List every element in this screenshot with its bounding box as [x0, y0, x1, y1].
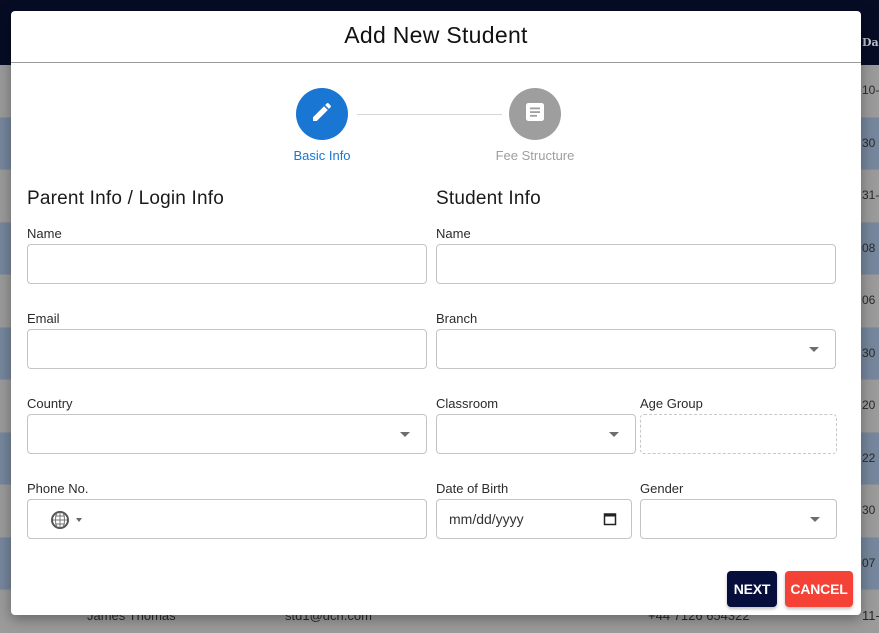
row-date: 22 — [862, 450, 876, 465]
stepper: Basic Info Fee Structure — [11, 88, 861, 168]
step-label: Fee Structure — [495, 148, 575, 163]
chevron-down-icon — [810, 517, 820, 522]
step-basic-info[interactable]: Basic Info — [252, 88, 392, 163]
dob-placeholder: mm/dd/yyyy — [449, 511, 524, 527]
student-name-label: Name — [436, 226, 471, 241]
globe-icon[interactable] — [50, 510, 70, 535]
pencil-icon — [310, 100, 334, 129]
next-button[interactable]: NEXT — [727, 571, 777, 607]
document-icon — [523, 100, 547, 129]
chevron-down-icon — [609, 432, 619, 437]
gender-label: Gender — [640, 481, 684, 496]
parent-email-input[interactable] — [27, 329, 427, 369]
age-group-input — [640, 414, 837, 454]
branch-label: Branch — [436, 311, 478, 326]
row-date: 08 — [862, 240, 876, 255]
dialog-title: Add New Student — [11, 11, 861, 63]
gender-select[interactable] — [640, 499, 837, 539]
step-circle — [296, 88, 348, 140]
student-section-title: Student Info — [436, 188, 541, 209]
row-date: 10- — [862, 83, 879, 97]
step-fee-structure[interactable]: Fee Structure — [465, 88, 605, 163]
calendar-icon[interactable] — [603, 512, 617, 531]
chevron-down-icon — [400, 432, 410, 437]
row-date: 30 — [862, 345, 876, 360]
step-circle — [509, 88, 561, 140]
row-date: 31- — [862, 188, 879, 202]
row-date: 07 — [862, 555, 876, 570]
add-student-dialog: Add New Student Basic Info Fee Structure… — [11, 11, 861, 615]
row-date: 06 — [862, 293, 876, 307]
country-select[interactable] — [27, 414, 427, 454]
row-date: 30 — [862, 503, 876, 517]
phone-label: Phone No. — [27, 481, 89, 496]
parent-name-label: Name — [27, 226, 62, 241]
cancel-button[interactable]: CANCEL — [785, 571, 853, 607]
parent-email-label: Email — [27, 311, 60, 326]
phone-input[interactable] — [27, 499, 427, 539]
dob-input[interactable]: mm/dd/yyyy — [436, 499, 632, 539]
parent-section-title: Parent Info / Login Info — [27, 188, 225, 209]
row-date: 20 — [862, 398, 876, 412]
branch-select[interactable] — [436, 329, 836, 369]
classroom-label: Classroom — [436, 396, 499, 411]
student-name-input[interactable] — [436, 244, 836, 284]
step-label: Basic Info — [293, 148, 351, 163]
age-group-label: Age Group — [640, 396, 703, 411]
row-date: 30 — [862, 135, 876, 150]
chevron-down-icon — [809, 347, 819, 352]
row-date: 11- — [862, 608, 879, 623]
dob-label: Date of Birth — [436, 481, 509, 496]
parent-name-input[interactable] — [27, 244, 427, 284]
country-label: Country — [27, 396, 73, 411]
classroom-select[interactable] — [436, 414, 636, 454]
column-header-date: Da — [862, 36, 879, 49]
chevron-down-icon — [76, 518, 82, 522]
